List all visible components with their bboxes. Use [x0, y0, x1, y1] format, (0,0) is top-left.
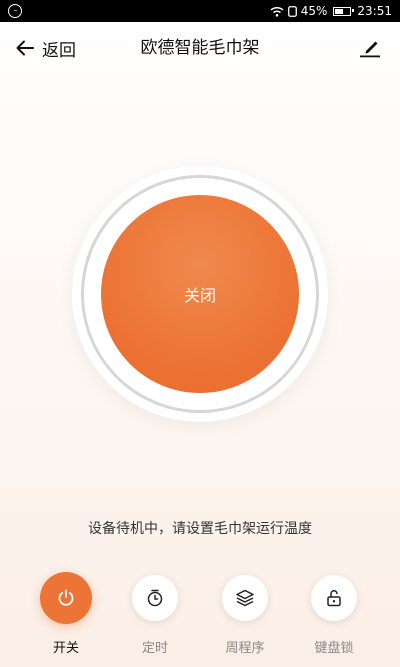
weekly-program-label: 周程序	[225, 641, 265, 656]
weekly-program-button[interactable]: 周程序	[210, 575, 280, 656]
dial-ring: 关闭	[81, 175, 319, 413]
notification-icon: ···	[8, 4, 22, 18]
back-button[interactable]: 返回	[16, 34, 76, 62]
timer-button-circle	[132, 575, 178, 621]
power-state-button[interactable]: 关闭	[101, 195, 299, 393]
battery-percent: 45%	[300, 4, 328, 18]
clock: 23:51	[357, 4, 392, 18]
status-message: 设备待机中，请设置毛巾架运行温度	[88, 521, 312, 537]
pencil-icon	[360, 41, 380, 58]
sim-icon	[287, 5, 297, 17]
power-toggle-button[interactable]: 开关	[31, 572, 101, 656]
control-bar: 开关 定时 周程序 键盘锁	[0, 572, 400, 667]
battery-icon	[333, 6, 355, 16]
keyboard-lock-label: 键盘锁	[314, 641, 354, 656]
app-header: 欧德智能毛巾架 返回	[0, 22, 400, 74]
power-toggle-label: 开关	[52, 641, 79, 656]
timer-button[interactable]: 定时	[120, 575, 190, 656]
power-button-circle	[40, 572, 92, 624]
edit-button[interactable]	[356, 34, 384, 62]
back-label: 返回	[42, 40, 76, 61]
power-dial: 关闭	[72, 166, 328, 422]
arrow-left-icon	[16, 40, 34, 56]
power-icon	[58, 589, 74, 606]
status-bar: ··· 45% 23:51	[0, 0, 400, 22]
timer-label: 定时	[141, 641, 168, 656]
power-state-label: 关闭	[183, 286, 216, 305]
unlock-icon	[327, 590, 341, 607]
wifi-icon	[270, 6, 284, 17]
timer-icon	[147, 589, 163, 607]
keyboard-lock-button-circle	[311, 575, 357, 621]
weekly-program-button-circle	[222, 575, 268, 621]
layers-icon	[236, 589, 254, 607]
keyboard-lock-button[interactable]: 键盘锁	[299, 575, 369, 656]
